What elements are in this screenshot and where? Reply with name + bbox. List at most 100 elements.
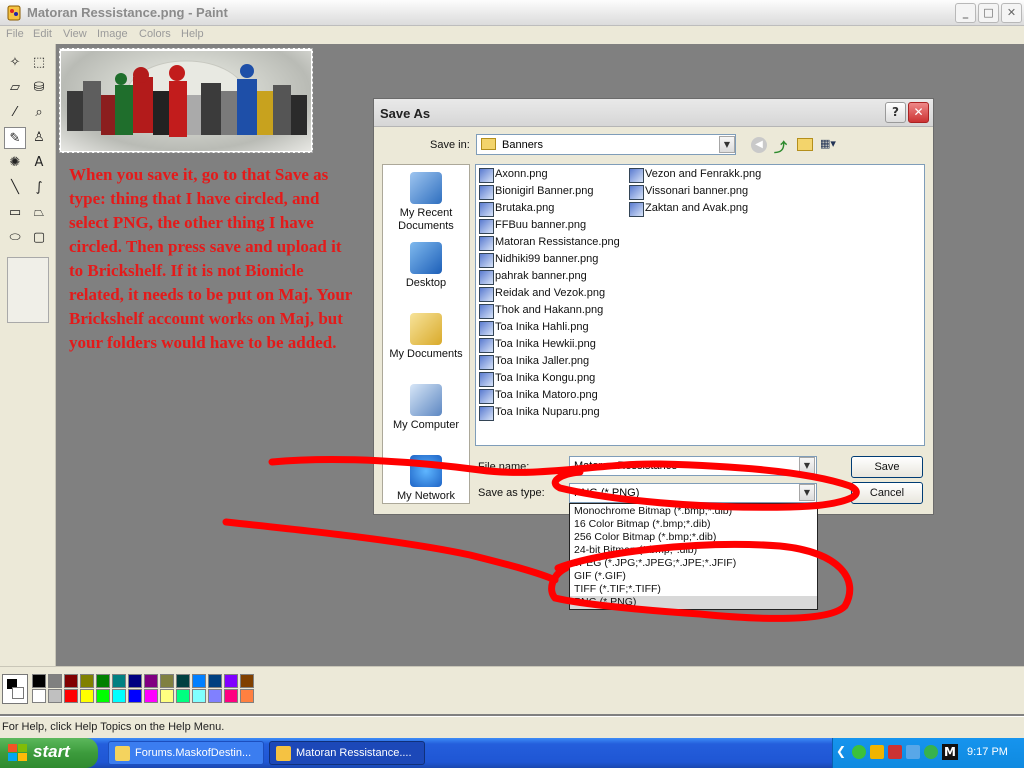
taskbar-item-paint[interactable]: Matoran Ressistance....: [269, 741, 425, 765]
file-item[interactable]: Axonn.png: [477, 166, 548, 183]
palette-swatch[interactable]: [144, 674, 158, 688]
tray-red-icon[interactable]: [888, 745, 902, 759]
select-icon[interactable]: ⬚: [28, 52, 50, 74]
file-type-option[interactable]: 256 Color Bitmap (*.bmp;*.dib): [570, 531, 817, 544]
place-my-recent-documents[interactable]: My Recent Documents: [383, 172, 469, 233]
palette-swatch[interactable]: [64, 674, 78, 688]
magnifier-icon[interactable]: ⌕: [28, 102, 50, 124]
text-icon[interactable]: A: [28, 152, 50, 174]
palette-swatch[interactable]: [80, 689, 94, 703]
save-as-type-dropdown-arrow[interactable]: ▼: [799, 484, 815, 501]
palette-swatch[interactable]: [176, 674, 190, 688]
file-item[interactable]: Reidak and Vezok.png: [477, 285, 605, 302]
back-icon[interactable]: ◀: [751, 137, 767, 153]
file-item[interactable]: Bionigirl Banner.png: [477, 183, 593, 200]
menu-colors[interactable]: Colors: [139, 28, 171, 40]
show-hidden-icons-icon[interactable]: ❮: [836, 744, 848, 760]
dialog-close-button[interactable]: ✕: [908, 102, 929, 123]
palette-swatch[interactable]: [112, 674, 126, 688]
up-folder-icon[interactable]: ⤴: [774, 137, 790, 156]
palette-swatch[interactable]: [80, 674, 94, 688]
palette-swatch[interactable]: [160, 689, 174, 703]
file-type-option[interactable]: 24-bit Bitmap (*.bmp;*.dib): [570, 544, 817, 557]
ellipse-icon[interactable]: ⬭: [4, 227, 26, 249]
file-type-option[interactable]: Monochrome Bitmap (*.bmp;*.dib): [570, 505, 817, 518]
place-desktop[interactable]: Desktop: [383, 242, 469, 290]
palette-swatch[interactable]: [224, 674, 238, 688]
file-item[interactable]: Vissonari banner.png: [627, 183, 748, 200]
palette-swatch[interactable]: [176, 689, 190, 703]
file-name-dropdown-arrow[interactable]: ▼: [799, 457, 815, 474]
palette-swatch[interactable]: [160, 674, 174, 688]
new-folder-icon[interactable]: [797, 138, 813, 151]
tray-network-icon[interactable]: [906, 745, 920, 759]
file-item[interactable]: Brutaka.png: [477, 200, 554, 217]
file-type-option[interactable]: 16 Color Bitmap (*.bmp;*.dib): [570, 518, 817, 531]
file-item[interactable]: Matoran Ressistance.png: [477, 234, 620, 251]
minimize-button[interactable]: _: [955, 3, 976, 23]
tray-green-icon[interactable]: [852, 745, 866, 759]
tray-yellow-icon[interactable]: [870, 745, 884, 759]
file-name-input[interactable]: Matoran Ressistance: [569, 456, 817, 476]
file-item[interactable]: Vezon and Fenrakk.png: [627, 166, 761, 183]
file-item[interactable]: Toa Inika Matoro.png: [477, 387, 598, 404]
palette-swatch[interactable]: [224, 689, 238, 703]
palette-swatch[interactable]: [240, 674, 254, 688]
place-my-documents[interactable]: My Documents: [383, 313, 469, 361]
palette-swatch[interactable]: [240, 689, 254, 703]
file-type-option[interactable]: PNG (*.PNG): [570, 596, 817, 609]
save-as-type-select[interactable]: PNG (*.PNG): [569, 483, 817, 503]
file-item[interactable]: Toa Inika Kongu.png: [477, 370, 595, 387]
palette-swatch[interactable]: [208, 689, 222, 703]
file-item[interactable]: Nidhiki99 banner.png: [477, 251, 598, 268]
tray-messenger-icon[interactable]: [924, 745, 938, 759]
views-menu-icon[interactable]: ▦▾: [820, 137, 844, 153]
file-item[interactable]: Zaktan and Avak.png: [627, 200, 748, 217]
palette-swatch[interactable]: [48, 689, 62, 703]
palette-swatch[interactable]: [192, 689, 206, 703]
file-item[interactable]: Thok and Hakann.png: [477, 302, 603, 319]
save-button[interactable]: Save: [851, 456, 923, 478]
palette-swatch[interactable]: [32, 689, 46, 703]
palette-swatch[interactable]: [48, 674, 62, 688]
palette-swatch[interactable]: [32, 674, 46, 688]
palette-swatch[interactable]: [192, 674, 206, 688]
palette-swatch[interactable]: [128, 689, 142, 703]
place-my-computer[interactable]: My Computer: [383, 384, 469, 432]
eraser-icon[interactable]: ▱: [4, 77, 26, 99]
file-type-option[interactable]: GIF (*.GIF): [570, 570, 817, 583]
curve-icon[interactable]: ∫: [28, 177, 50, 199]
dialog-help-button[interactable]: ?: [885, 102, 906, 123]
file-item[interactable]: FFBuu banner.png: [477, 217, 586, 234]
menu-help[interactable]: Help: [181, 28, 204, 40]
menu-file[interactable]: File: [6, 28, 24, 40]
file-type-option[interactable]: JPEG (*.JPG;*.JPEG;*.JPE;*.JFIF): [570, 557, 817, 570]
free-select-icon[interactable]: ✧: [4, 52, 26, 74]
maximize-button[interactable]: □: [978, 3, 999, 23]
rounded-rect-icon[interactable]: ▢: [28, 227, 50, 249]
close-button[interactable]: ✕: [1001, 3, 1022, 23]
palette-swatch[interactable]: [208, 674, 222, 688]
palette-swatch[interactable]: [96, 689, 110, 703]
line-icon[interactable]: ╲: [4, 177, 26, 199]
airbrush-icon[interactable]: ✺: [4, 152, 26, 174]
palette-swatch[interactable]: [64, 689, 78, 703]
menu-view[interactable]: View: [63, 28, 87, 40]
tray-m-icon[interactable]: M: [942, 744, 958, 760]
palette-swatch[interactable]: [96, 674, 110, 688]
polygon-icon[interactable]: ⏢: [28, 202, 50, 224]
menu-image[interactable]: Image: [97, 28, 128, 40]
taskbar-item-forums[interactable]: Forums.MaskofDestin...: [108, 741, 264, 765]
rectangle-icon[interactable]: ▭: [4, 202, 26, 224]
file-type-option[interactable]: TIFF (*.TIF;*.TIFF): [570, 583, 817, 596]
file-item[interactable]: Toa Inika Hahli.png: [477, 319, 589, 336]
menu-edit[interactable]: Edit: [33, 28, 52, 40]
file-item[interactable]: Toa Inika Nuparu.png: [477, 404, 600, 421]
save-in-dropdown-arrow[interactable]: ▼: [719, 136, 735, 153]
place-my-network[interactable]: My Network: [383, 455, 469, 503]
palette-swatch[interactable]: [112, 689, 126, 703]
file-item[interactable]: pahrak banner.png: [477, 268, 587, 285]
palette-swatch[interactable]: [128, 674, 142, 688]
start-button[interactable]: start: [0, 738, 98, 768]
tool-options-box[interactable]: [7, 257, 49, 323]
